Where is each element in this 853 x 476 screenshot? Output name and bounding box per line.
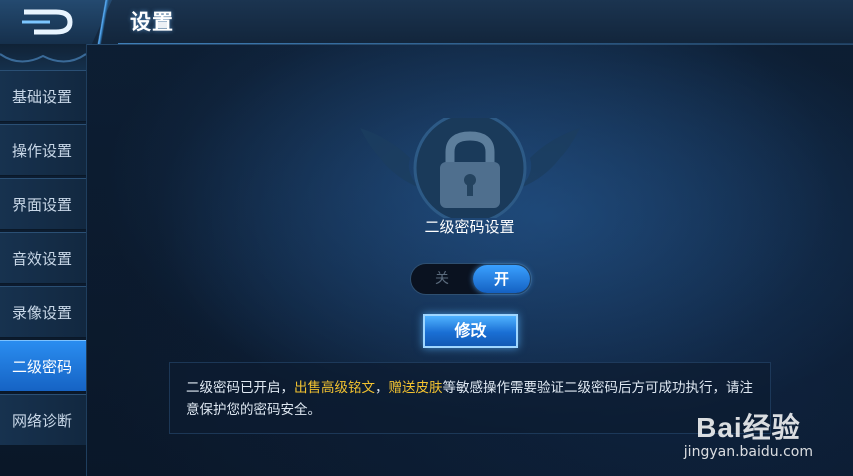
password-toggle[interactable]: 关 开 [410,263,532,295]
modify-button[interactable]: 修改 [423,314,518,348]
watermark-logo: Bai经验 [696,412,801,443]
lock-emblem-icon [360,118,580,218]
info-highlight-skin: 赠送皮肤 [388,380,443,396]
page-title: 设置 [130,10,174,34]
toggle-off-option[interactable]: 关 [411,264,473,294]
info-text-separator: ， [375,380,389,396]
sidebar-item-controls[interactable]: 操作设置 [0,124,86,176]
section-title: 二级密码设置 [424,218,515,236]
info-highlight-inscription: 出售高级铭文 [294,380,375,396]
header-divider [88,0,118,44]
watermark-url: jingyan.baidu.com [683,444,813,460]
sidebar-item-network[interactable]: 网络诊断 [0,394,86,446]
top-bar: 设置 [0,0,853,45]
toggle-on-option[interactable]: 开 [473,265,530,293]
sidebar-item-recording[interactable]: 录像设置 [0,286,86,338]
watermark: Bai经验 jingyan.baidu.com [684,406,813,460]
sidebar-item-secondary-password[interactable]: 二级密码 [0,340,86,392]
sidebar-top-ornament [0,44,86,70]
back-logo-icon [22,9,73,35]
sidebar-item-basic[interactable]: 基础设置 [0,70,86,122]
sidebar-item-sound[interactable]: 音效设置 [0,232,86,284]
info-text: 二级密码已开启，出售高级铭文，赠送皮肤等敏感操作需要验证二级密码后方可成功执行，… [169,362,771,434]
sidebar: 基础设置 操作设置 界面设置 音效设置 录像设置 二级密码 网络诊断 [0,70,86,448]
info-text-part1: 二级密码已开启， [186,380,294,396]
